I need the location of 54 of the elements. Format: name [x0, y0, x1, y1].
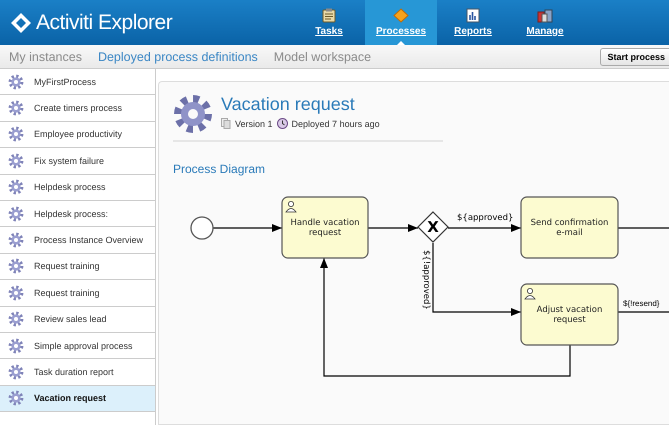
binders-icon [537, 8, 553, 23]
process-list-item[interactable]: Helpdesk process [0, 174, 155, 201]
clock-icon [276, 118, 288, 129]
process-list-item[interactable]: Review sales lead [0, 306, 155, 333]
process-list-item[interactable]: MyFirstProcess [0, 69, 155, 96]
gear-icon [8, 338, 24, 354]
gear-icon [8, 152, 24, 169]
gear-icon [8, 74, 24, 90]
nav-tab[interactable]: Reports [437, 0, 509, 45]
process-list-item[interactable]: Request training [0, 254, 155, 280]
flow-arrow [213, 224, 282, 232]
process-title: Vacation request [221, 94, 356, 115]
gear-icon [8, 126, 24, 142]
flow-label: ${!approved} [421, 250, 431, 310]
process-list-item[interactable]: Request training [0, 280, 155, 307]
process-list-item[interactable]: Vacation request [0, 386, 155, 412]
process-list-item[interactable]: Helpdesk process: [0, 200, 155, 228]
gear-icon [8, 364, 24, 380]
process-list-item[interactable]: Fix system failure [0, 148, 155, 175]
gear-icon [8, 284, 24, 301]
task-node: Adjust vacation request [520, 283, 619, 346]
gear-icon [8, 390, 24, 406]
gear-icon [173, 94, 213, 134]
start-process-button[interactable]: Start process [600, 48, 669, 66]
process-list-item[interactable]: Process Instance Overview [0, 227, 155, 254]
deployed-text: Deployed 7 hours ago [292, 118, 380, 128]
clipboard-icon [322, 8, 336, 23]
gear-icon [8, 179, 24, 196]
gear-icon [8, 232, 24, 248]
document-icon [221, 118, 231, 129]
section-heading: Process Diagram [173, 162, 266, 176]
gear-icon [8, 100, 24, 116]
version-text: Version 1 [235, 118, 273, 128]
gear-icon [8, 258, 24, 274]
process-list-item[interactable]: Create timers process [0, 95, 155, 122]
flow-label: ${approved} [457, 213, 514, 223]
nav-tab[interactable]: Manage [509, 0, 581, 45]
diamond-icon [393, 8, 409, 23]
gear-icon [8, 206, 24, 222]
process-list-item[interactable]: Simple approval process [0, 332, 155, 360]
flow-arrow [368, 224, 418, 232]
process-list-item[interactable]: Employee productivity [0, 122, 155, 148]
gear-icon [8, 311, 24, 328]
nav-tab[interactable]: Tasks [293, 0, 365, 45]
logo-icon [10, 12, 32, 34]
app-logo-text: Activiti Explorer [36, 10, 172, 34]
task-node: Send confirmation e-mail [520, 196, 619, 259]
start-event [190, 216, 214, 240]
task-node: Handle vacation request [281, 196, 369, 259]
flow-line [618, 311, 669, 313]
bar-chart-icon [466, 8, 480, 23]
flow-line [618, 227, 669, 229]
flow-label: ${!resend} [623, 299, 660, 308]
exclusive-gateway: X [417, 211, 449, 243]
